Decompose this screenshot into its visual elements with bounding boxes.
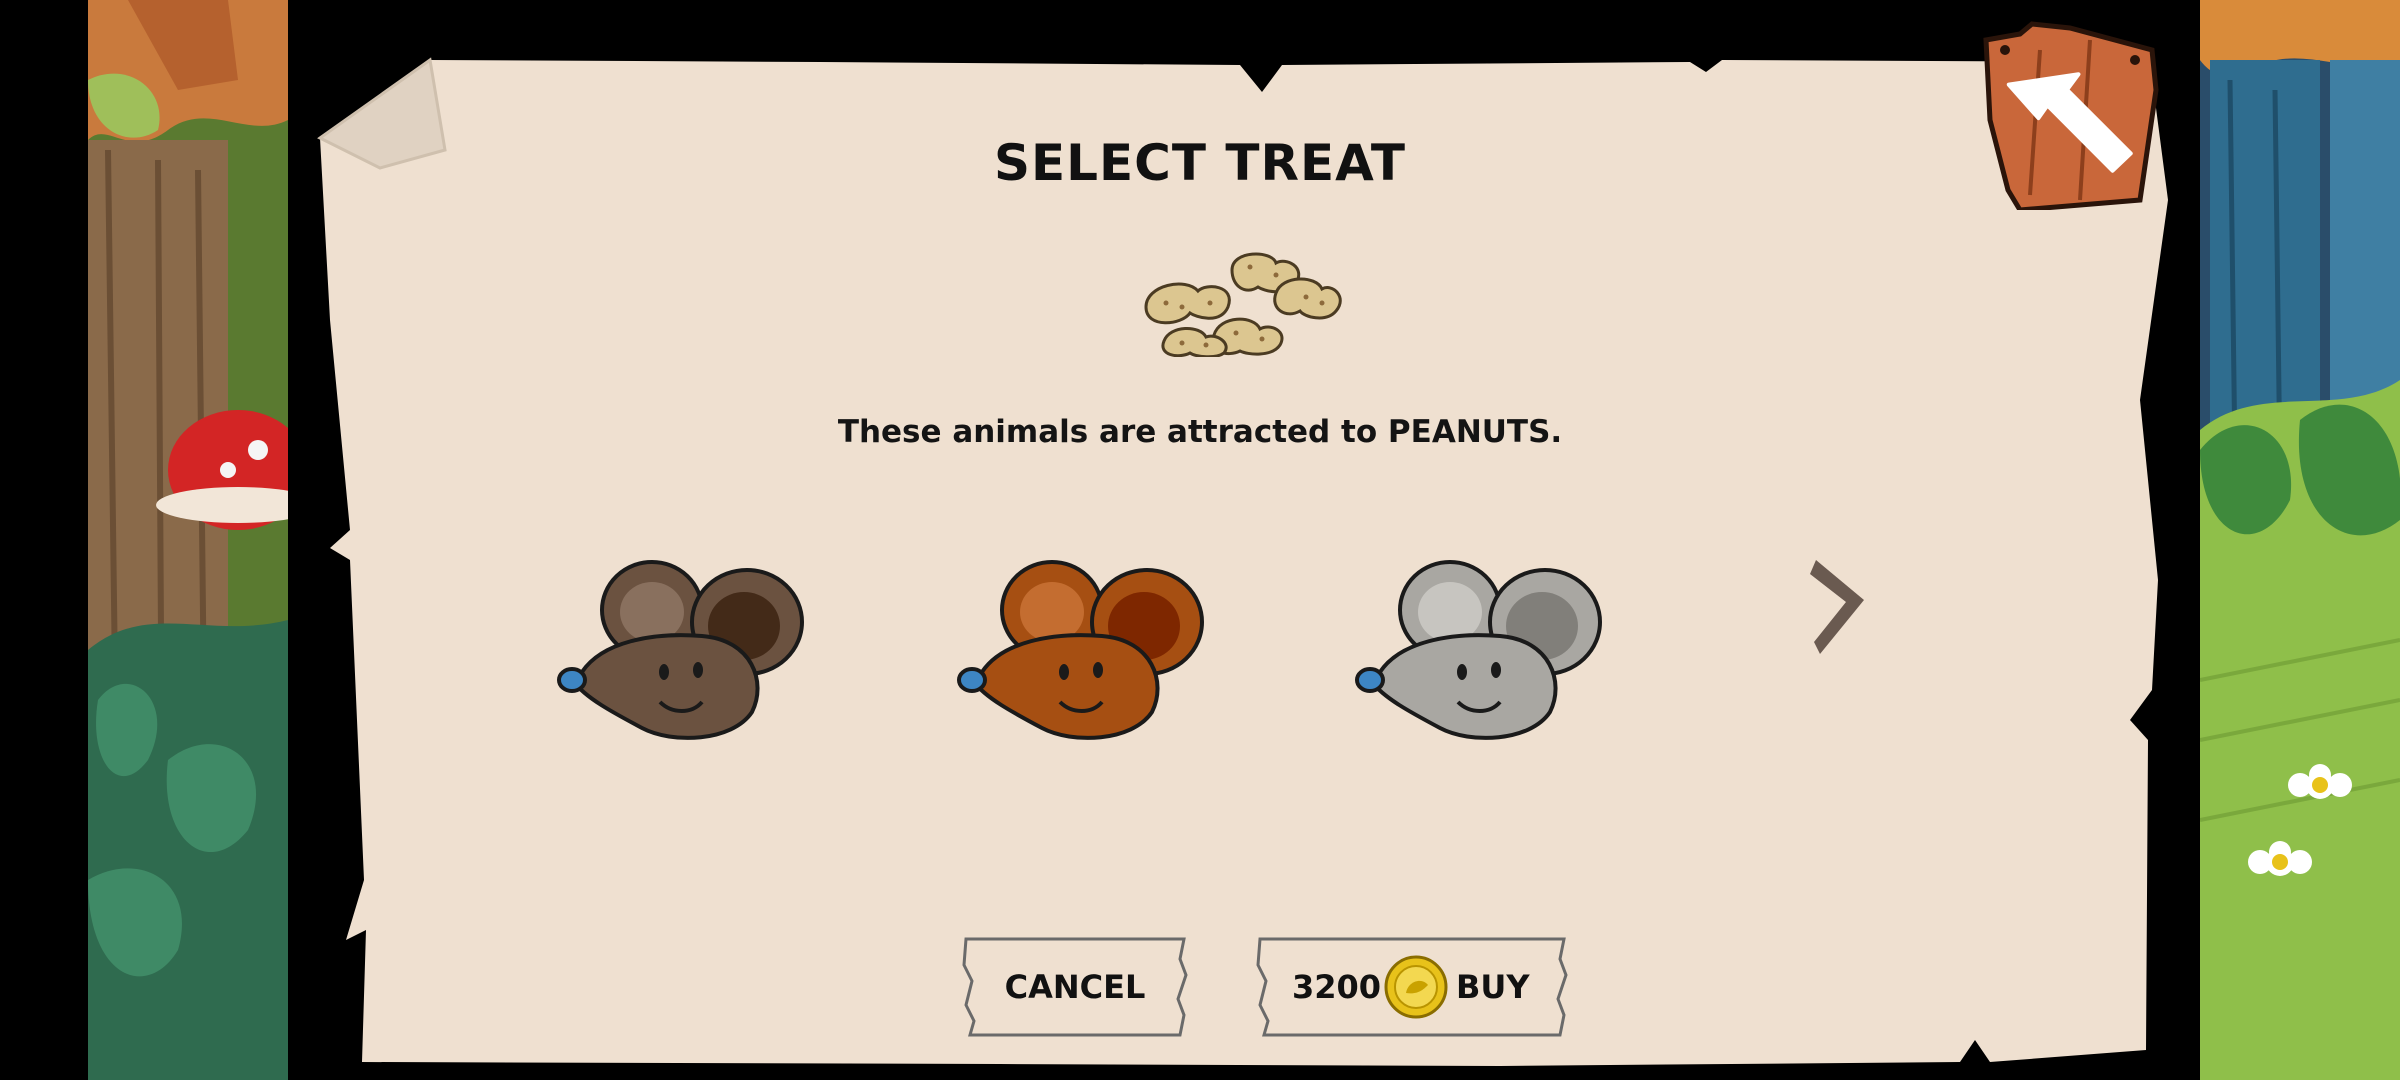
animal-option-brown-mouse[interactable]: [552, 552, 812, 742]
mouse-head-icon: [1355, 560, 1602, 740]
price-label: 3200: [1292, 968, 1382, 1006]
mouse-head-icon: [557, 560, 804, 740]
dialog-description: These animals are attracted to PEANUTS.: [837, 414, 1563, 450]
animal-option-orange-mouse[interactable]: [952, 552, 1212, 742]
dialog-title: SELECT TREAT: [993, 134, 1407, 192]
animal-option-grey-mouse[interactable]: [1350, 552, 1610, 742]
cancel-label: CANCEL: [1004, 968, 1146, 1006]
game-screen: SELECT TREAT These animals are attracted…: [0, 0, 2400, 1080]
peanuts-icon: [1144, 252, 1342, 357]
buy-button[interactable]: 3200 BUY: [1256, 935, 1568, 1039]
mouse-head-icon: [957, 560, 1204, 740]
buy-label: BUY: [1456, 968, 1530, 1006]
chevron-right-icon: [1810, 560, 1864, 654]
next-page-button[interactable]: [1806, 552, 1876, 662]
cancel-button[interactable]: CANCEL: [962, 935, 1188, 1039]
gold-coin-icon: [1384, 955, 1448, 1019]
